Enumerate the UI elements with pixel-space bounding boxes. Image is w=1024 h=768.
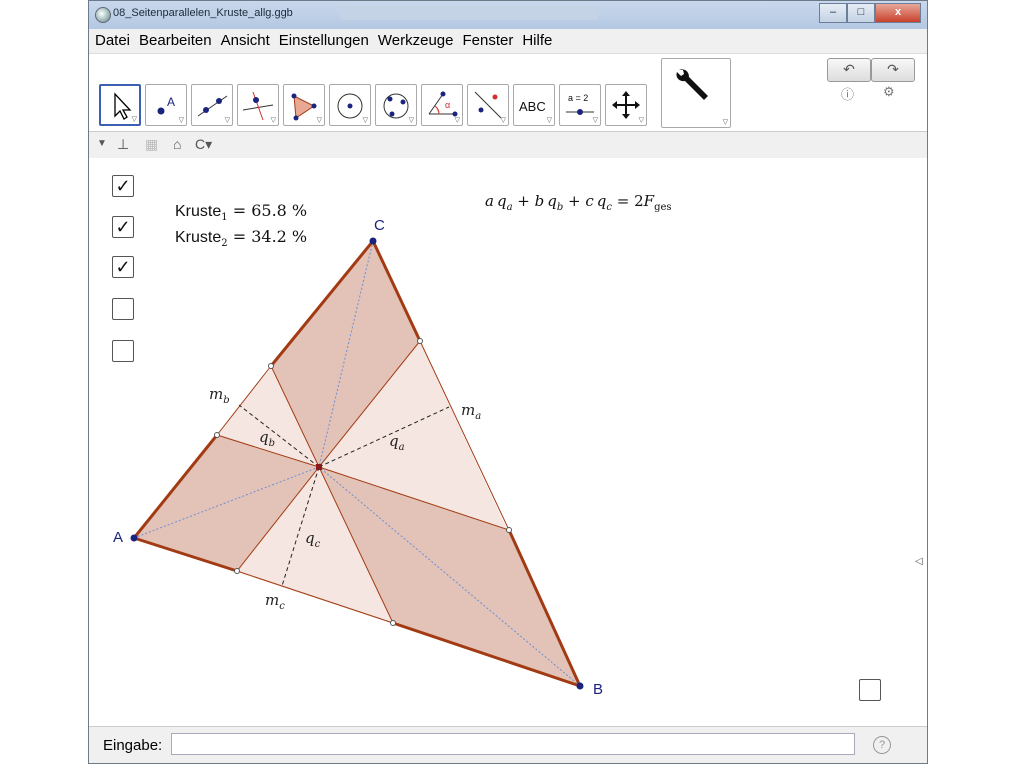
geometry-figure: A C B mb ma mc qb qa qc Kruste1 = 65.8 %…: [113, 192, 672, 698]
interior-point[interactable]: [316, 464, 322, 470]
collapse-triangle-icon[interactable]: ▼: [97, 138, 107, 149]
point-capturing-icon[interactable]: C▾: [195, 136, 212, 153]
slider-tool-button[interactable]: a = 2 ▽: [559, 84, 601, 126]
settings-gear-icon[interactable]: ⚙: [883, 84, 895, 100]
menu-einstellungen[interactable]: Einstellungen: [273, 29, 372, 49]
style-bar: ▼ ⊥ ▦ ⌂ C▾: [89, 131, 927, 159]
menu-datei[interactable]: Datei: [89, 29, 133, 49]
svg-text:ABC: ABC: [519, 99, 546, 114]
label-mb: mb: [209, 385, 230, 406]
input-field[interactable]: [171, 733, 855, 755]
point-b[interactable]: [576, 682, 584, 690]
label-point-b: B: [593, 681, 603, 698]
line-tool-button[interactable]: ▽: [191, 84, 233, 126]
label-mc: mc: [265, 591, 285, 612]
point-c[interactable]: [369, 237, 377, 245]
preferences-tool-button[interactable]: ▽: [661, 58, 731, 128]
redo-button[interactable]: ↷: [871, 58, 915, 82]
wrench-icon: [676, 69, 708, 100]
menu-hilfe[interactable]: Hilfe: [516, 29, 555, 49]
title-obscured-area: [339, 6, 599, 20]
text-tool-button[interactable]: ABC ▽: [513, 84, 555, 126]
intersection-point: [214, 432, 220, 438]
minimize-button[interactable]: –: [819, 3, 847, 23]
checkbox-extra[interactable]: [859, 679, 881, 701]
graphics-view[interactable]: ✓ ✓ ✓ A C B mb ma mc qb qa qc Kruste1 = …: [89, 158, 927, 727]
intersection-point: [268, 363, 274, 369]
label-point-a: A: [113, 529, 123, 546]
intersection-point: [506, 527, 512, 533]
title-bar: 08_Seitenparallelen_Kruste_allg.ggb – □ …: [89, 1, 927, 30]
label-point-c: C: [374, 217, 385, 234]
circle-tool-button[interactable]: ▽: [329, 84, 371, 126]
home-view-icon[interactable]: ⌂: [173, 136, 181, 152]
move-tool-button[interactable]: ▽: [99, 84, 141, 126]
menu-bearbeiten[interactable]: Bearbeiten: [133, 29, 215, 49]
polygon-tool-button[interactable]: ▽: [283, 84, 325, 126]
point-a[interactable]: [130, 534, 138, 542]
window-title: 08_Seitenparallelen_Kruste_allg.ggb: [113, 7, 293, 19]
menu-fenster[interactable]: Fenster: [456, 29, 516, 49]
menu-werkzeuge[interactable]: Werkzeuge: [372, 29, 457, 49]
side-panel-arrow-icon[interactable]: ◁: [915, 556, 923, 567]
circle-three-points-tool-button[interactable]: ▽: [375, 84, 417, 126]
perpendicular-tool-button[interactable]: ▽: [237, 84, 279, 126]
axes-toggle-icon[interactable]: ⊥: [117, 136, 129, 153]
intersection-point: [234, 568, 240, 574]
point-tool-button[interactable]: A ▽: [145, 84, 187, 126]
maximize-button[interactable]: □: [847, 3, 875, 23]
svg-text:α: α: [445, 100, 450, 110]
move-view-tool-button[interactable]: ▽: [605, 84, 647, 126]
reflect-tool-button[interactable]: ▽: [467, 84, 509, 126]
undo-button[interactable]: ↶: [827, 58, 871, 82]
intersection-point: [390, 620, 396, 626]
kruste2-text: Kruste2 = 34.2 %: [175, 227, 307, 249]
svg-text:a = 2: a = 2: [568, 93, 588, 103]
svg-text:A: A: [167, 95, 175, 109]
input-label: Eingabe:: [103, 737, 163, 754]
input-help-icon[interactable]: ?: [873, 736, 891, 754]
close-button[interactable]: x: [875, 3, 921, 23]
app-window: 08_Seitenparallelen_Kruste_allg.ggb – □ …: [88, 0, 928, 764]
grid-toggle-icon[interactable]: ▦: [145, 136, 158, 153]
intersection-point: [417, 338, 423, 344]
geogebra-icon: [95, 7, 111, 23]
toolbar: ▽ A ▽ ▽ ▽ ▽ ▽ ▽ α ▽ ▽ ABC ▽ a = 2 ▽ ▽ ▽ …: [89, 53, 927, 132]
menu-ansicht[interactable]: Ansicht: [215, 29, 273, 49]
angle-tool-button[interactable]: α ▽: [421, 84, 463, 126]
menu-bar: Datei Bearbeiten Ansicht Einstellungen Werkz…: [89, 29, 927, 53]
kruste1-text: Kruste1 = 65.8 %: [175, 201, 307, 223]
help-icon[interactable]: ⓘ: [841, 84, 854, 103]
label-ma: ma: [461, 401, 481, 422]
formula-text: a qa + b qb + c qc = 2Fges: [485, 192, 672, 213]
input-bar: Eingabe: ?: [89, 726, 927, 763]
